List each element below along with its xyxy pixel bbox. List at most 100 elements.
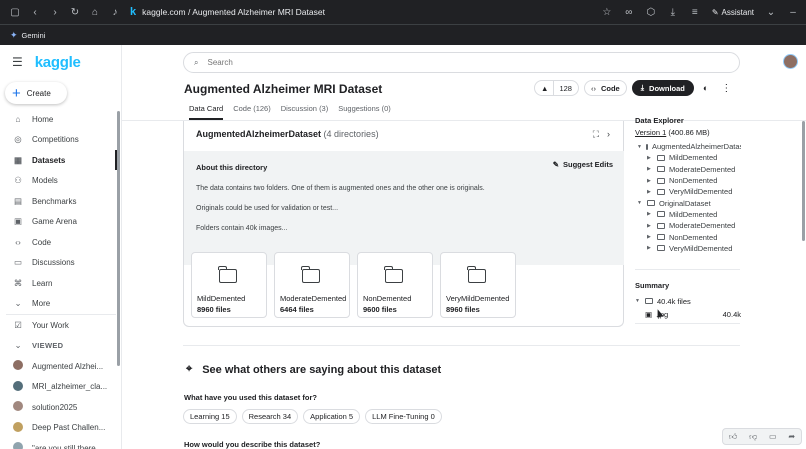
assistant-button[interactable]: ✎ Assistant [712,8,754,17]
thumbs-down-icon[interactable]: 👎︎ [749,432,757,442]
sidebar-item-more[interactable]: ⌄ More [0,294,122,315]
minimize-icon[interactable]: – [788,7,798,18]
summary-ext-row[interactable]: ▣ .jpg 40.4k [635,308,741,320]
tree-item[interactable]: ▶ ModerateDemented [635,220,741,231]
kaggle-favicon: k [130,6,137,18]
viewed-thumbnail-icon [13,380,23,393]
usage-chip[interactable]: Learning 15 [183,409,237,424]
version-link[interactable]: Version 1 [635,128,666,137]
viewed-item[interactable]: solution2025 [0,397,122,418]
section-divider [183,345,740,346]
home-icon: ⌂ [15,114,21,125]
viewed-item-label: Augmented Alzhei... [32,361,104,371]
viewed-label: VIEWED [32,341,64,351]
suggest-edits-button[interactable]: ✎ Suggest Edits [553,160,613,169]
sidebar-item-models[interactable]: ⚇ Models [0,171,122,192]
tab-search-icon[interactable]: ▢ [10,7,20,18]
extensions-icon[interactable]: ⬡ [646,7,656,18]
folder-name: ModerateDemented [280,294,347,303]
tree-item-label: AugmentedAlzheimerDataset [651,142,741,152]
link-icon[interactable]: ∞ [624,7,634,18]
mic-icon[interactable]: ♪ [110,7,120,18]
home-icon[interactable]: ⌂ [90,7,100,18]
sidebar-item-learn[interactable]: ⌘ Learn [0,273,122,294]
folder-card[interactable]: NonDemented 9600 files [357,252,433,318]
tree-item[interactable]: ▼ AugmentedAlzheimerDataset [635,141,741,152]
page-scrollbar[interactable] [802,121,805,241]
sidebar-item-home[interactable]: ⌂ Home [0,109,122,130]
chevron-down-icon: ⌄ [14,340,22,351]
download-button-label: Download [649,83,685,93]
usage-chip[interactable]: LLM Fine-Tuning 0 [365,409,442,424]
tree-item[interactable]: ▶ ModerateDemented [635,164,741,175]
caret-right-icon: ▶ [647,177,651,184]
folder-name: VeryMildDemented [446,294,510,303]
more-options-icon[interactable]: ⋮ [721,83,731,94]
theme-icon[interactable]: ◐ [703,83,708,93]
viewed-section-toggle[interactable]: ⌄ VIEWED [0,336,122,357]
folder-icon [657,188,665,195]
tree-item[interactable]: ▶ NonDemented [635,231,741,242]
thumbs-up-icon[interactable]: 👍︎ [729,432,737,442]
sidebar-item-your-work[interactable]: ☑ Your Work [0,315,122,336]
usage-chip[interactable]: Research 34 [241,409,299,424]
menu-icon[interactable]: ☰ [12,55,23,69]
usage-chip[interactable]: Application 5 [303,409,361,424]
bookmark-gemini[interactable]: Gemini [22,31,46,40]
folder-icon [467,266,486,283]
search-bar[interactable]: ⌕ [183,52,740,73]
tab-code[interactable]: Code (126) [233,104,271,120]
chevron-right-icon[interactable]: › [607,129,610,140]
folder-icon [657,245,665,252]
avatar[interactable] [783,54,798,69]
viewed-item[interactable]: "are you still there... [0,438,122,449]
sidebar-item-benchmarks[interactable]: ▤ Benchmarks [0,191,122,212]
tree-item-label: MildDemented [669,209,718,219]
folder-card[interactable]: VeryMildDemented 8960 files [440,252,516,318]
sidebar-item-datasets[interactable]: ▦ Datasets [0,150,122,171]
sidebar-scrollbar[interactable] [117,111,120,366]
assistant-icon: ✎ [711,7,719,17]
tree-item-label: NonDemented [669,176,718,186]
kaggle-logo[interactable]: kaggle [35,54,81,71]
code-button[interactable]: ‹› Code [583,80,627,96]
tab-data-card[interactable]: Data Card [189,104,224,120]
tab-discussion[interactable]: Discussion (3) [281,104,329,120]
comment-icon[interactable]: ▭ [769,432,777,441]
tab-suggestions[interactable]: Suggestions (0) [338,104,391,120]
create-button[interactable]: + Create [5,82,67,104]
reload-icon[interactable]: ↻ [70,7,80,18]
chevron-down-icon[interactable]: ⌄ [766,7,776,18]
summary-files-row[interactable]: ▼ 40.4k files [635,295,741,307]
caret-down-icon: ▼ [637,143,642,150]
tree-item[interactable]: ▶ MildDemented [635,152,741,163]
folder-icon [301,266,320,283]
bookmark-star-icon[interactable]: ☆ [602,7,612,18]
sidebar-item-competitions[interactable]: ◎ Competitions [0,130,122,151]
viewed-item[interactable]: Augmented Alzhei... [0,356,122,377]
tree-item[interactable]: ▶ VeryMildDemented [635,243,741,254]
download-button[interactable]: ⤓ Download [631,80,694,96]
upvote-button[interactable]: ▲ 128 [534,80,579,96]
caret-down-icon: ▼ [637,200,642,207]
download-icon[interactable]: ⤓ [668,7,678,18]
folder-card[interactable]: MildDemented 8960 files [191,252,267,318]
viewed-item[interactable]: Deep Past Challen... [0,418,122,439]
back-icon[interactable]: ‹ [30,7,40,18]
tree-item[interactable]: ▶ VeryMildDemented [635,186,741,197]
media-icon[interactable]: ≡ [690,7,700,18]
usage-question: What have you used this dataset for? [184,393,317,402]
folder-card[interactable]: ModerateDemented 6464 files [274,252,350,318]
search-input[interactable] [207,58,688,67]
address-bar[interactable]: kaggle.com / Augmented Alzheimer MRI Dat… [142,7,325,17]
viewed-item[interactable]: MRI_alzheimer_cla... [0,377,122,398]
sidebar-item-code[interactable]: ‹› Code [0,232,122,253]
fullscreen-icon[interactable]: ⛶ [593,129,599,140]
sidebar-item-discussions[interactable]: ▭ Discussions [0,253,122,274]
forward-icon[interactable]: › [50,7,60,18]
sidebar-item-game-arena[interactable]: ▣ Game Arena [0,212,122,233]
tree-item[interactable]: ▶ NonDemented [635,175,741,186]
share-icon[interactable]: ➦ [788,432,795,441]
tree-item[interactable]: ▶ MildDemented [635,209,741,220]
tree-item[interactable]: ▼ OriginalDataset [635,197,741,208]
